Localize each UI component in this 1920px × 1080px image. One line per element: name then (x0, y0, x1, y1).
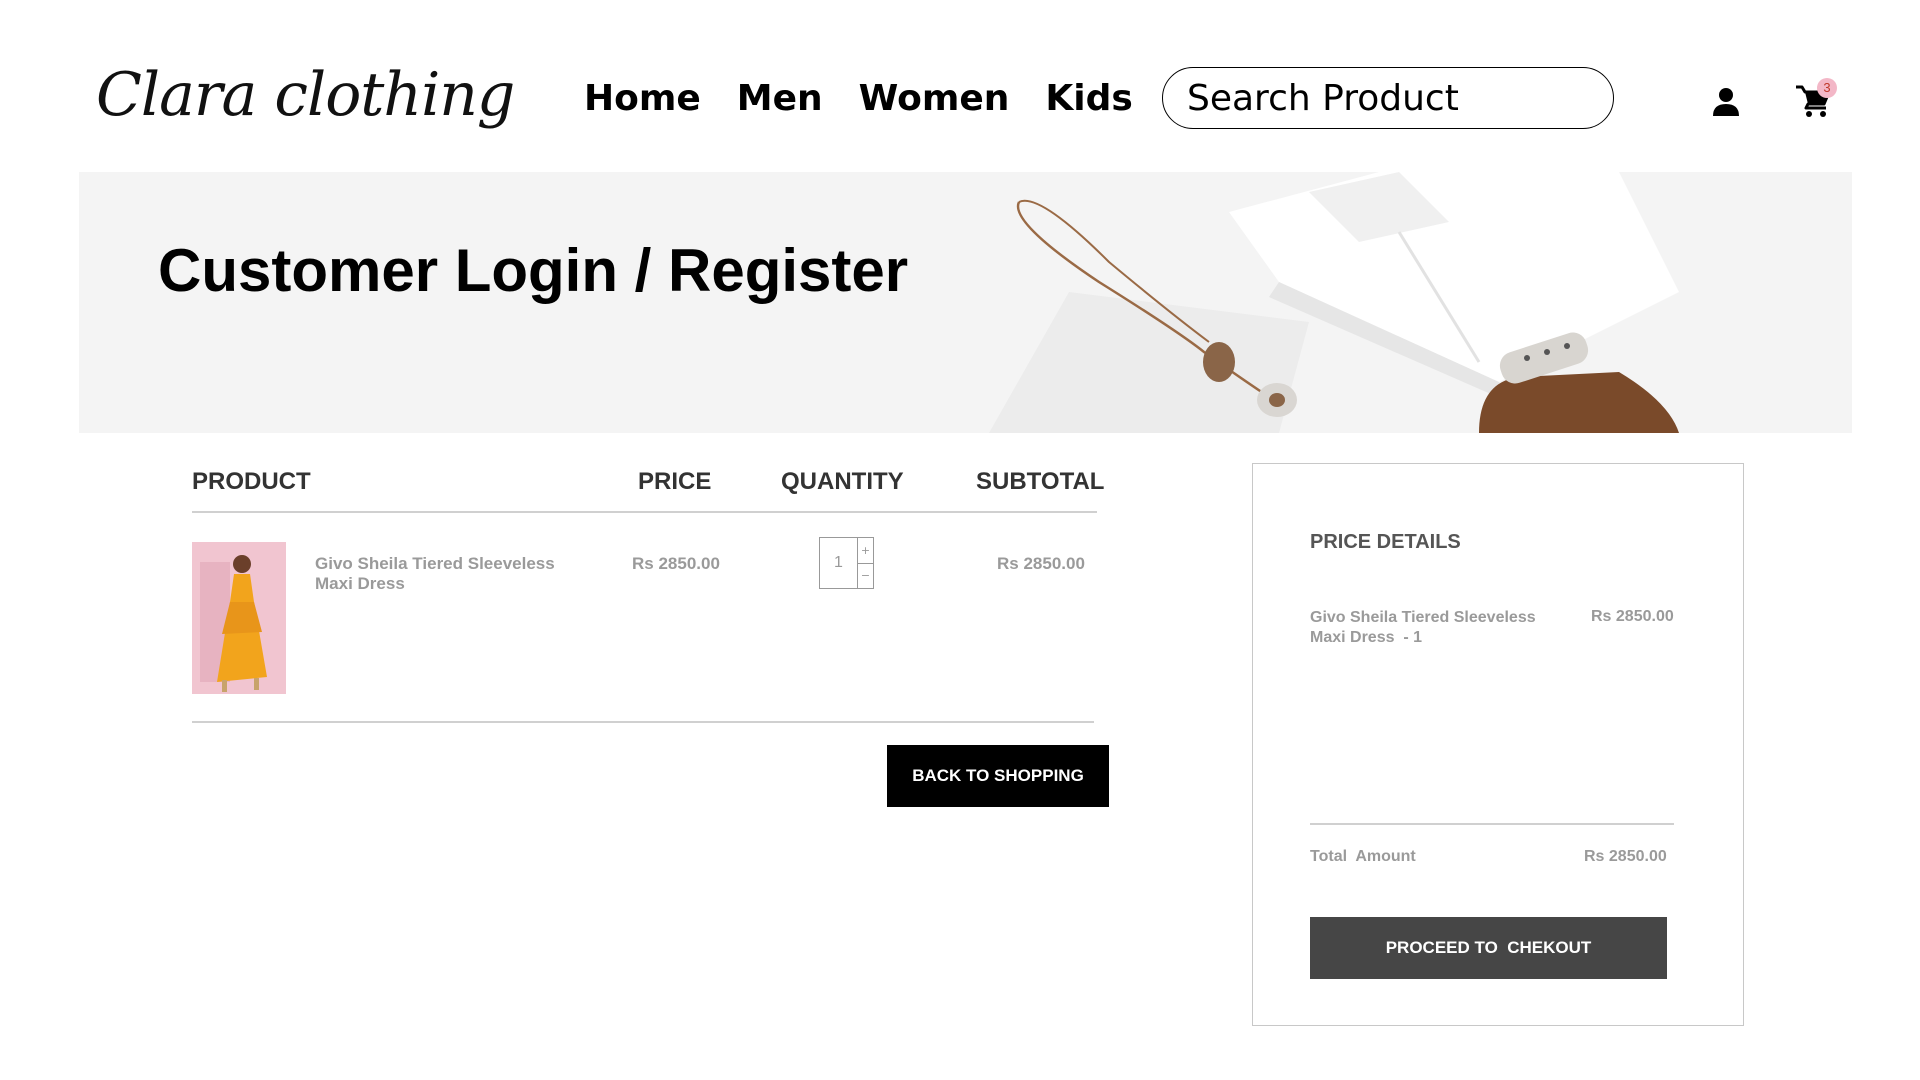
proceed-to-checkout-button[interactable]: PROCEED TO CHEKOUT (1310, 917, 1667, 979)
price-details-title: PRICE DETAILS (1310, 531, 1461, 553)
quantity-decrement-button[interactable]: − (858, 562, 873, 589)
header-divider (192, 511, 1097, 513)
back-to-shopping-button[interactable]: BACK TO SHOPPING (887, 745, 1109, 807)
column-header-quantity: QUANTITY (781, 468, 904, 495)
search-input[interactable] (1187, 77, 1613, 119)
product-image[interactable] (192, 542, 286, 694)
price-details-item-line-1: Givo Sheila Tiered Sleeveless (1310, 609, 1536, 626)
page-title: Customer Login / Register (158, 237, 909, 304)
quantity-increment-button[interactable]: + (858, 538, 873, 563)
column-header-price: PRICE (638, 468, 712, 495)
banner-image (979, 172, 1852, 433)
total-amount-value: Rs 2850.00 (1584, 848, 1667, 865)
product-subtotal: Rs 2850.00 (997, 554, 1085, 573)
nav-kids[interactable]: Kids (1045, 78, 1132, 119)
quantity-value[interactable]: 1 (820, 538, 858, 588)
price-details-item-price: Rs 2850.00 (1591, 608, 1674, 625)
product-price: Rs 2850.00 (632, 554, 720, 573)
product-name[interactable]: Givo Sheila Tiered Sleeveless Maxi Dress (315, 554, 575, 594)
price-details-divider (1310, 823, 1674, 825)
quantity-stepper: 1 + − (819, 537, 874, 589)
product-name-line-1: Givo Sheila Tiered Sleeveless (315, 554, 555, 573)
total-amount-label: Total Amount (1310, 848, 1416, 865)
column-header-subtotal: SUBTOTAL (976, 468, 1105, 495)
price-details-item: Givo Sheila Tiered Sleeveless Maxi Dress… (1310, 608, 1570, 648)
logo-text: Clara clothing (96, 60, 515, 130)
page-banner: Customer Login / Register (79, 172, 1852, 433)
column-header-product: PRODUCT (192, 468, 311, 495)
main-nav: Home Men Women Kids (584, 72, 1133, 124)
nav-men[interactable]: Men (737, 78, 823, 119)
search-box (1162, 67, 1614, 129)
row-divider (192, 721, 1094, 723)
cart-count-badge: 3 (1817, 78, 1837, 98)
price-details-item-line-2: Maxi Dress - 1 (1310, 629, 1423, 646)
product-name-line-2: Maxi Dress (315, 574, 405, 593)
nav-home[interactable]: Home (584, 78, 701, 119)
nav-women[interactable]: Women (859, 78, 1010, 119)
brand-logo[interactable]: Clara clothing (96, 50, 515, 140)
user-icon[interactable] (1711, 86, 1741, 118)
